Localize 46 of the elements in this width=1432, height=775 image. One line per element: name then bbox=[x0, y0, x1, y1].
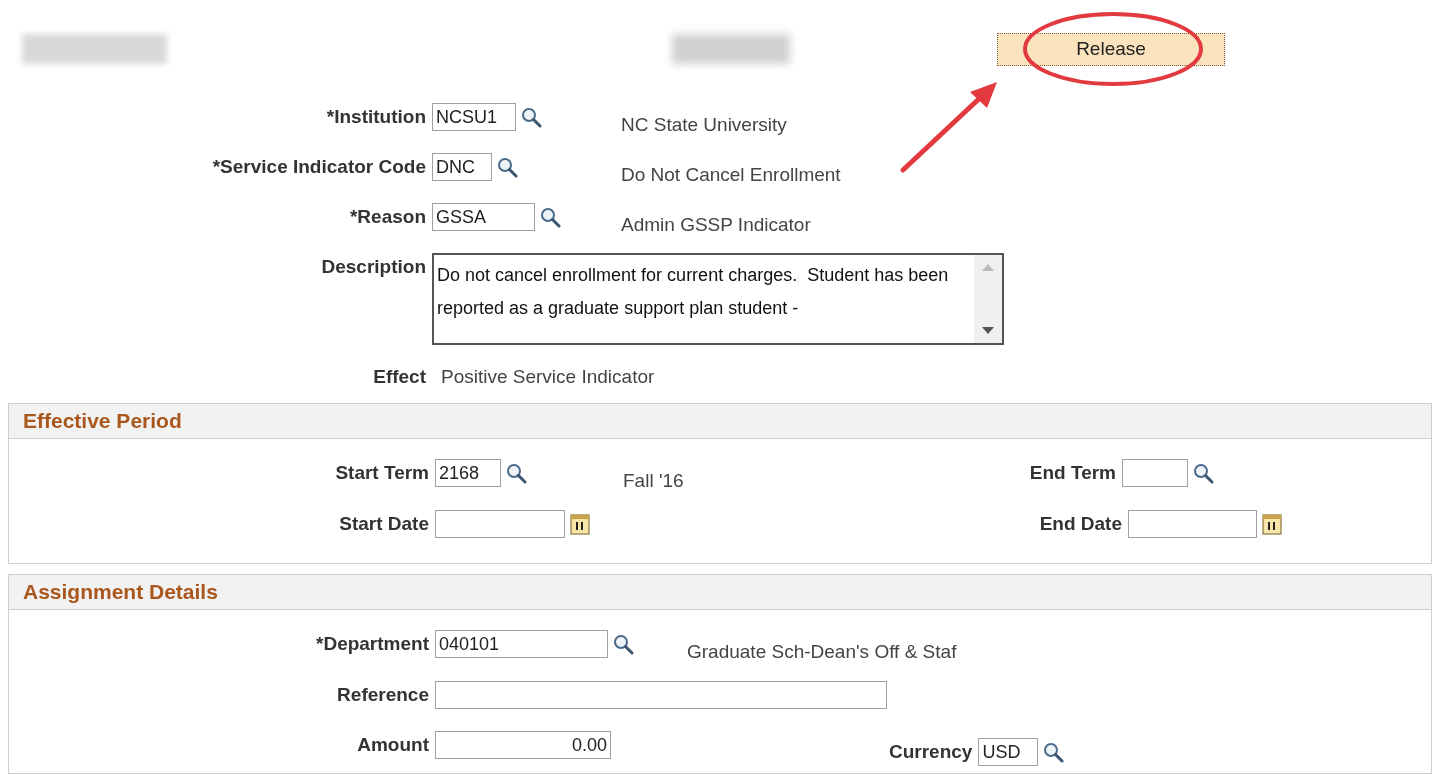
field-label: Effect bbox=[373, 364, 426, 389]
field-label: Start Term bbox=[335, 461, 429, 485]
calendar-icon[interactable] bbox=[569, 512, 591, 536]
search-icon[interactable] bbox=[520, 106, 542, 128]
description-text: Do not cancel enrollment for current charges. Student has been reported as a graduate support plan student - bbox=[437, 265, 950, 318]
input-field[interactable]: NCSU1 bbox=[432, 103, 516, 131]
field-description: Do Not Cancel Enrollment bbox=[621, 163, 841, 187]
search-icon[interactable] bbox=[496, 156, 518, 178]
input-field[interactable]: 0.00 bbox=[435, 731, 611, 759]
scrollbar[interactable] bbox=[974, 255, 1002, 343]
field-label: Description bbox=[321, 255, 426, 279]
field-label: *Department bbox=[316, 632, 429, 656]
description-textarea[interactable]: Do not cancel enrollment for current charges. Student has been reported as a graduate support plan student - bbox=[432, 253, 1004, 345]
field-label: *Reason bbox=[349, 205, 426, 229]
input-field[interactable] bbox=[435, 681, 887, 709]
search-icon[interactable] bbox=[539, 206, 561, 228]
field-description: Fall '16 bbox=[623, 469, 684, 493]
calendar-icon[interactable] bbox=[1261, 512, 1283, 536]
input-field[interactable] bbox=[1122, 459, 1188, 488]
field-label: Amount bbox=[357, 732, 429, 757]
effect-value: Positive Service Indicator bbox=[441, 364, 655, 389]
section-title: Effective Period bbox=[23, 408, 182, 435]
field-label: End Term bbox=[1029, 461, 1116, 485]
field-label: Start Date bbox=[339, 511, 429, 536]
input-field[interactable]: 040101 bbox=[435, 630, 608, 658]
search-icon[interactable] bbox=[505, 462, 527, 484]
input-field[interactable] bbox=[435, 510, 565, 538]
field-label: End Date bbox=[1039, 511, 1122, 536]
field-description: NC State University bbox=[621, 113, 787, 137]
search-icon[interactable] bbox=[1192, 462, 1214, 485]
search-icon[interactable] bbox=[1042, 741, 1065, 763]
field-label: *Service Indicator Code bbox=[212, 155, 426, 179]
input-field[interactable]: 2168 bbox=[435, 459, 501, 487]
release-button[interactable]: Release bbox=[997, 32, 1225, 66]
field-label: Reference bbox=[337, 682, 429, 707]
scroll-down-icon[interactable] bbox=[982, 327, 994, 335]
input-field[interactable]: DNC bbox=[432, 153, 492, 181]
section-title: Assignment Details bbox=[23, 579, 218, 606]
input-field[interactable]: GSSA bbox=[432, 203, 535, 231]
input-field[interactable]: USD bbox=[978, 738, 1039, 766]
input-field[interactable] bbox=[1128, 510, 1257, 538]
search-icon[interactable] bbox=[612, 633, 634, 655]
field-label: *Institution bbox=[326, 105, 426, 129]
field-description: Graduate Sch-Dean's Off & Staf bbox=[687, 640, 957, 664]
field-label: Currency bbox=[889, 739, 973, 764]
field-description: Admin GSSP Indicator bbox=[621, 213, 811, 237]
